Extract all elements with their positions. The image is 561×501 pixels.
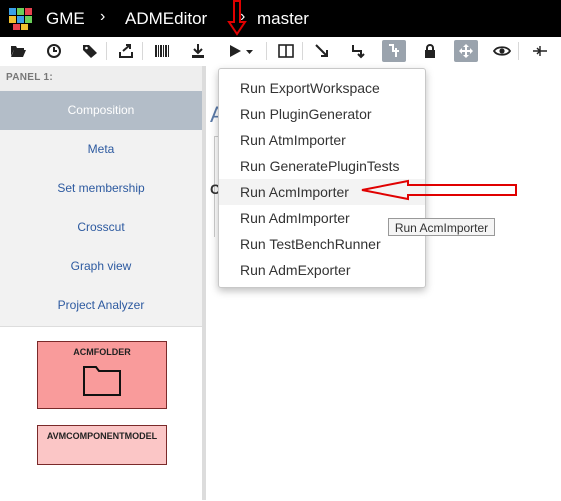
- set-icon[interactable]: [382, 40, 406, 62]
- gme-logo-icon: [9, 8, 32, 30]
- history-icon[interactable]: [42, 40, 66, 62]
- connect-icon[interactable]: [310, 40, 334, 62]
- menu-item-run-atmimporter[interactable]: Run AtmImporter: [219, 127, 425, 153]
- tab-project-analyzer[interactable]: Project Analyzer: [0, 286, 202, 325]
- menu-item-run-plugingenerator[interactable]: Run PluginGenerator: [219, 101, 425, 127]
- part-label: AVMCOMPONENTMODEL: [46, 431, 158, 441]
- tab-set-membership[interactable]: Set membership: [0, 169, 202, 208]
- tag-icon[interactable]: [78, 40, 102, 62]
- menu-item-run-admexporter[interactable]: Run AdmExporter: [219, 257, 425, 283]
- split-line-icon[interactable]: [528, 40, 552, 62]
- part-browser: ACMFOLDER AVMCOMPONENTMODEL: [0, 326, 202, 501]
- part-label: ACMFOLDER: [73, 347, 131, 357]
- panel-title: PANEL 1:: [6, 72, 54, 83]
- tooltip: Run AcmImporter: [388, 218, 495, 236]
- export-icon[interactable]: [114, 40, 138, 62]
- split-panel-icon[interactable]: [274, 40, 298, 62]
- top-bar: GME › ADMEditor › master: [0, 0, 561, 37]
- chevron-right-icon: ›: [100, 8, 106, 25]
- part-acmfolder[interactable]: ACMFOLDER: [37, 341, 167, 409]
- aspect-tabs: Composition Meta Set membership Crosscut…: [0, 91, 202, 326]
- app-name[interactable]: GME: [46, 9, 85, 29]
- menu-item-run-acmimporter[interactable]: Run AcmImporter: [219, 179, 425, 205]
- toolbar-separator: [302, 42, 303, 60]
- folder-open-icon[interactable]: [6, 40, 30, 62]
- toolbar-separator: [106, 42, 107, 60]
- chevron-right-icon: ›: [240, 8, 246, 25]
- connect-alt-icon[interactable]: [346, 40, 370, 62]
- tab-graph-view[interactable]: Graph view: [0, 247, 202, 286]
- project-name[interactable]: ADMEditor: [125, 9, 207, 29]
- download-icon[interactable]: [186, 40, 210, 62]
- folder-icon: [83, 366, 121, 396]
- eye-icon[interactable]: [490, 40, 514, 62]
- barcode-icon[interactable]: [150, 40, 174, 62]
- toolbar-separator: [518, 42, 519, 60]
- tab-meta[interactable]: Meta: [0, 130, 202, 169]
- toolbar: [0, 37, 561, 67]
- menu-item-run-exportworkspace[interactable]: Run ExportWorkspace: [219, 75, 425, 101]
- lock-icon[interactable]: [418, 40, 442, 62]
- tab-crosscut[interactable]: Crosscut: [0, 208, 202, 247]
- menu-item-run-generateplugintests[interactable]: Run GeneratePluginTests: [219, 153, 425, 179]
- play-menu-icon[interactable]: [226, 40, 258, 62]
- run-plugin-menu: Run ExportWorkspace Run PluginGenerator …: [218, 68, 426, 288]
- tab-composition[interactable]: Composition: [0, 91, 202, 130]
- toolbar-separator: [266, 42, 267, 60]
- toolbar-separator: [142, 42, 143, 60]
- move-icon[interactable]: [454, 40, 478, 62]
- left-panel: PANEL 1: Composition Meta Set membership…: [0, 66, 202, 501]
- part-avmcomponentmodel[interactable]: AVMCOMPONENTMODEL: [37, 425, 167, 465]
- branch-name[interactable]: master: [257, 9, 309, 29]
